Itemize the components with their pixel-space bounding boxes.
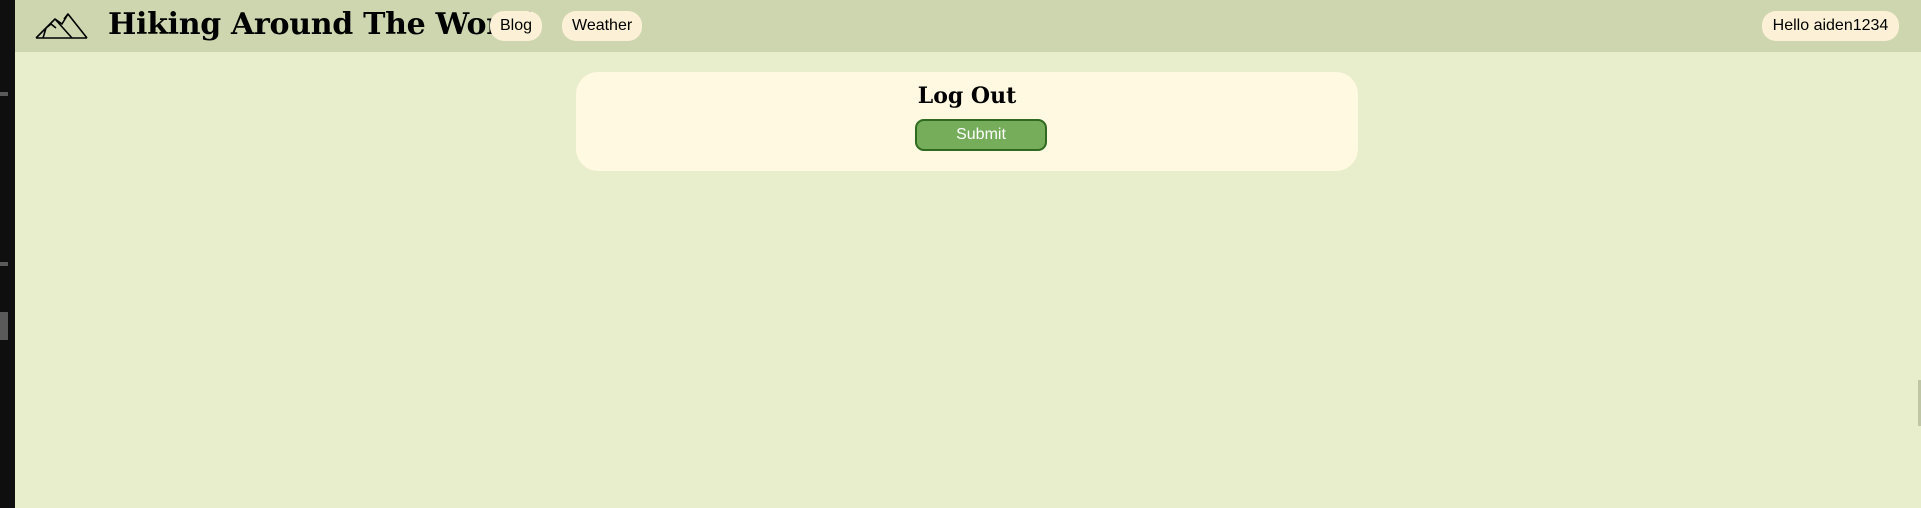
edge-mark (0, 92, 8, 96)
navbar: Hiking Around The World Blog Weather Hel… (15, 0, 1921, 52)
edge-mark (0, 262, 8, 266)
nav-blog-button[interactable]: Blog (490, 11, 542, 41)
logout-card: Log Out Submit (576, 72, 1358, 171)
user-greeting-button[interactable]: Hello aiden1234 (1762, 11, 1899, 41)
submit-button[interactable]: Submit (915, 119, 1047, 151)
nav-weather-button[interactable]: Weather (562, 11, 642, 41)
left-window-edge (0, 0, 15, 508)
site-title[interactable]: Hiking Around The World (108, 6, 534, 44)
mountain-icon[interactable] (35, 9, 89, 41)
edge-mark (0, 312, 8, 340)
logout-title: Log Out (917, 83, 1017, 109)
app-page: Hiking Around The World Blog Weather Hel… (15, 0, 1921, 508)
